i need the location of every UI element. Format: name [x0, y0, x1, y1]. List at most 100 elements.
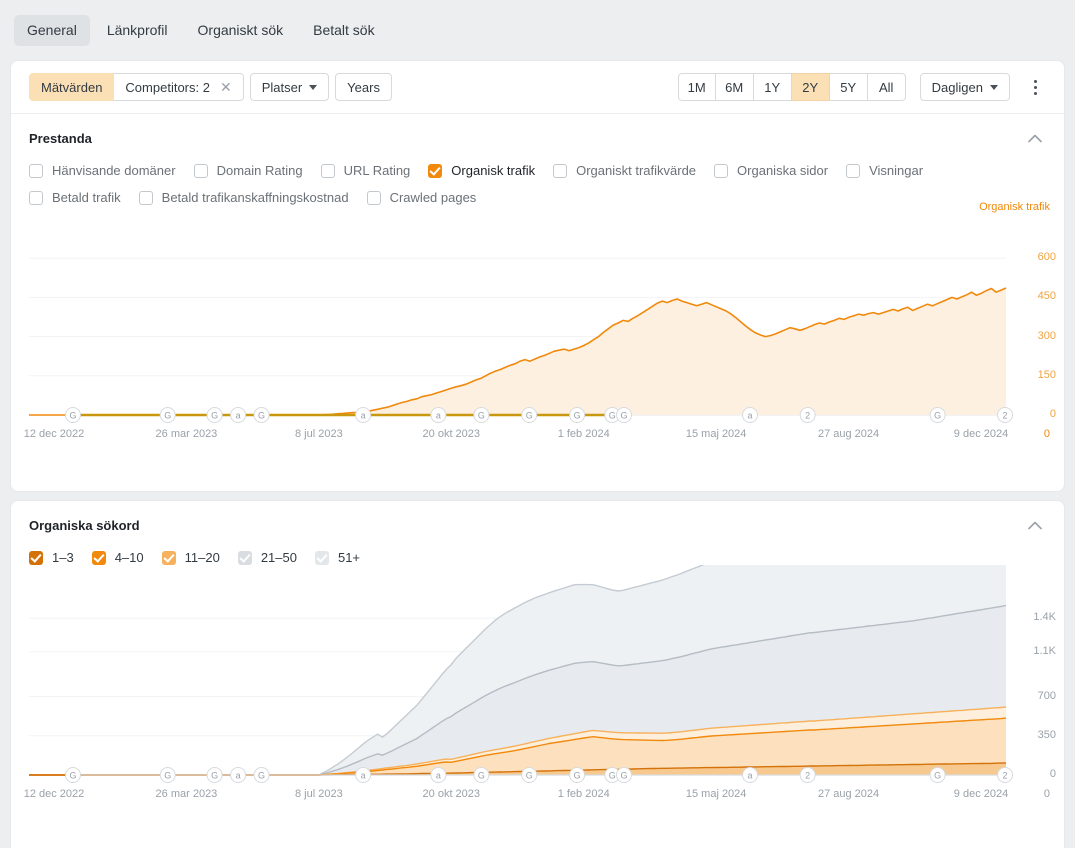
checkbox-label: Crawled pages [389, 190, 477, 205]
checkbox-label: 1–3 [52, 550, 74, 565]
close-icon[interactable]: ✕ [220, 80, 232, 94]
metric-checkbox-url-rating[interactable]: URL Rating [320, 163, 410, 178]
timeline-marker-g[interactable]: G [253, 407, 270, 423]
tab-lankprofil[interactable]: Länkprofil [94, 15, 181, 46]
tab-betalt-sok[interactable]: Betalt sök [300, 15, 387, 46]
svg-text:a: a [748, 410, 753, 420]
metric-checkbox-crawled-pages[interactable]: Crawled pages [366, 190, 477, 205]
checkbox-icon[interactable] [193, 163, 208, 178]
x-axis-tick: 26 mar 2023 [155, 428, 218, 440]
svg-text:G: G [478, 770, 485, 780]
svg-text:G: G [934, 770, 941, 780]
range-1y[interactable]: 1Y [753, 73, 792, 101]
svg-text:a: a [436, 770, 441, 780]
bucket-checkbox-11-20[interactable]: 11–20 [161, 550, 220, 565]
timeline-marker-g[interactable]: G [64, 767, 81, 783]
timeline-marker-g[interactable]: G [615, 407, 632, 423]
metric-checkbox-visningar[interactable]: Visningar [846, 163, 923, 178]
timeline-marker-g[interactable]: G [206, 767, 223, 783]
y-axis-tick: 1.1K [1033, 644, 1056, 657]
timeline-marker-a[interactable]: a [742, 407, 759, 423]
timeline-marker-a[interactable]: a [230, 767, 247, 783]
metric-checkbox-organiska-sidor[interactable]: Organiska sidor [714, 163, 828, 178]
x-axis-zero-label: 0 [1043, 428, 1050, 440]
timeline-marker-g[interactable]: G [929, 767, 946, 783]
chevron-up-icon[interactable] [1024, 132, 1046, 145]
checkbox-icon[interactable] [237, 550, 252, 565]
range-2y[interactable]: 2Y [791, 73, 830, 101]
svg-text:G: G [69, 770, 76, 780]
timeline-marker-g[interactable]: G [159, 767, 176, 783]
timeline-marker-g[interactable]: G [206, 407, 223, 423]
range-6m[interactable]: 6M [715, 73, 754, 101]
checkbox-icon[interactable] [29, 163, 43, 178]
timeline-marker-g[interactable]: G [615, 767, 632, 783]
checkbox-icon[interactable] [846, 163, 861, 178]
checkbox-icon[interactable] [29, 550, 43, 565]
checkbox-icon[interactable] [29, 190, 43, 205]
timeline-marker-a[interactable]: a [742, 767, 759, 783]
timeline-marker-2[interactable]: 2 [799, 407, 816, 423]
timeline-marker-g[interactable]: G [521, 407, 538, 423]
timeline-marker-g[interactable]: G [64, 407, 81, 423]
svg-text:a: a [361, 410, 366, 420]
organic-traffic-chart[interactable]: G G Ga Ga a G G G G Ga 2 G 2 0 150 300 450 600 Organisk tr… [11, 201, 1064, 451]
timeline-marker-a[interactable]: a [355, 767, 372, 783]
timeline-marker-g[interactable]: G [521, 767, 538, 783]
svg-text:G: G [934, 410, 941, 420]
competitors-filter-chip[interactable]: Competitors: 2 ✕ [114, 73, 244, 101]
checkbox-icon[interactable] [161, 550, 176, 565]
checkbox-icon[interactable] [320, 163, 335, 178]
x-axis-tick: 12 dec 2022 [23, 428, 85, 440]
tab-general[interactable]: General [14, 14, 90, 46]
metric-checkbox-organisk-trafik[interactable]: Organisk trafik [428, 163, 535, 178]
timeline-marker-a[interactable]: a [230, 407, 247, 423]
range-1m[interactable]: 1M [677, 73, 716, 101]
frequency-dropdown[interactable]: Dagligen [919, 73, 1010, 101]
places-filter-label: Platser [261, 79, 303, 95]
timeline-marker-g[interactable]: G [569, 407, 586, 423]
timeline-marker-g[interactable]: G [569, 767, 586, 783]
years-filter-button[interactable]: Years [335, 73, 392, 101]
checkbox-icon[interactable] [714, 163, 729, 178]
range-5y[interactable]: 5Y [829, 73, 868, 101]
bucket-checkbox-21-50[interactable]: 21–50 [237, 550, 297, 565]
timeline-marker-g[interactable]: G [253, 767, 270, 783]
tab-organiskt-sok[interactable]: Organiskt sök [185, 15, 297, 46]
range-all[interactable]: All [867, 73, 906, 101]
bucket-checkbox-51[interactable]: 51+ [314, 550, 361, 565]
bucket-checkbox-1-3[interactable]: 1–3 [29, 550, 74, 565]
metric-checkbox-organiskt-trafikv-rde[interactable]: Organiskt trafikvärde [553, 163, 696, 178]
metrics-filter-button[interactable]: Mätvärden [29, 73, 115, 101]
x-axis-tick: 27 aug 2024 [817, 428, 880, 440]
svg-text:2: 2 [805, 410, 810, 420]
metric-checkbox-betald-trafik[interactable]: Betald trafik [29, 190, 121, 205]
checkbox-icon[interactable] [428, 163, 443, 178]
kebab-menu-icon[interactable] [1024, 74, 1046, 100]
timeline-marker-g[interactable]: G [473, 767, 490, 783]
checkbox-icon[interactable] [138, 190, 153, 205]
checkbox-icon[interactable] [314, 550, 329, 565]
svg-text:G: G [609, 410, 616, 420]
svg-text:a: a [436, 410, 441, 420]
metric-checkbox-betald-trafikanskaffningskostnad[interactable]: Betald trafikanskaffningskostnad [138, 190, 349, 205]
timeline-marker-2[interactable]: 2 [799, 767, 816, 783]
timeline-marker-g[interactable]: G [929, 407, 946, 423]
x-axis-tick: 8 jul 2023 [294, 788, 343, 800]
chevron-up-icon[interactable] [1024, 519, 1046, 532]
places-filter-dropdown[interactable]: Platser [249, 73, 330, 101]
checkbox-label: 51+ [337, 550, 361, 565]
timeline-marker-a[interactable]: a [430, 767, 447, 783]
timeline-marker-g[interactable]: G [473, 407, 490, 423]
checkbox-icon[interactable] [91, 550, 106, 565]
bucket-checkbox-4-10[interactable]: 4–10 [91, 550, 144, 565]
timeline-marker-g[interactable]: G [159, 407, 176, 423]
timeline-marker-a[interactable]: a [430, 407, 447, 423]
organic-keywords-chart[interactable]: G G Ga Ga a G G G G Ga 2 G 2 0 350 700 1.1K 1.4K 12 dec 20… [11, 565, 1064, 811]
checkbox-icon[interactable] [366, 190, 381, 205]
metric-checkbox-h-nvisande-dom-ner[interactable]: Hänvisande domäner [29, 163, 176, 178]
checkbox-icon[interactable] [553, 163, 568, 178]
metric-checkbox-domain-rating[interactable]: Domain Rating [193, 163, 303, 178]
keyword-bucket-checkboxes: 1–3 4–10 11–20 21–50 51+ [11, 550, 1064, 565]
timeline-marker-a[interactable]: a [355, 407, 372, 423]
